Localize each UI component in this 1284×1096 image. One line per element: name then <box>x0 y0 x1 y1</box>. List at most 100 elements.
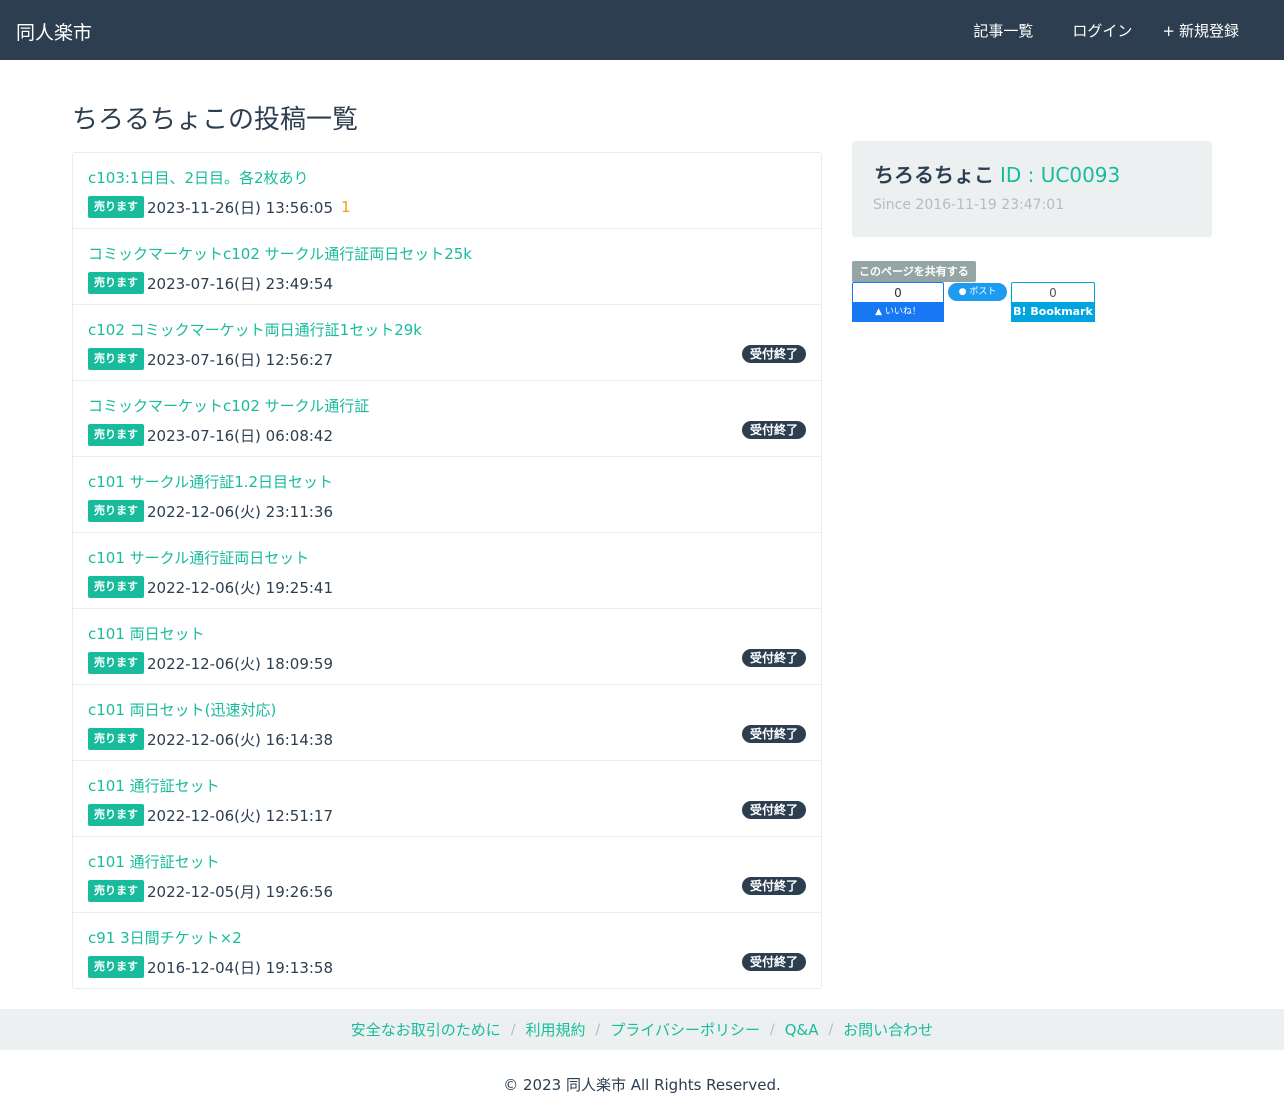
post-date: 2022-12-06(火) 23:11:36 <box>147 502 334 521</box>
post-date: 2022-12-06(火) 12:51:17 <box>147 806 334 825</box>
closed-status-badge: 受付終了 <box>741 801 806 819</box>
post-date: 2022-12-06(火) 18:09:59 <box>147 654 334 673</box>
brand-logo-link[interactable]: 同人楽市 <box>16 18 92 45</box>
since-text: Since 2016-11-19 23:47:01 <box>873 197 1065 213</box>
footer-links-bar: 安全なお取引のために / 利用規約 / プライバシーポリシー / Q&A / お問い合わせ <box>0 1009 1284 1050</box>
post-title-link[interactable]: c91 3日間チケット×2 <box>88 927 242 948</box>
post-title-link[interactable]: c101 両日セット(迅速対応) <box>88 699 276 720</box>
post-title-link[interactable]: c102 コミックマーケット両日通行証1セット29k <box>88 319 422 340</box>
post-meta: 売ります 2023-07-16(日) 23:49:54 <box>88 272 333 294</box>
sell-badge: 売ります <box>88 196 144 218</box>
comment-count: 1 <box>337 198 351 216</box>
footer-link[interactable]: プライバシーポリシー <box>610 1019 760 1040</box>
post-list: c103:1日目、2日目。各2枚あり売ります 2023-11-26(日) 13:5… <box>72 152 822 989</box>
copyright: © 2023 同人楽市 All Rights Reserved. <box>503 1076 781 1094</box>
facebook-like-button[interactable]: 0 ▲ いいね！ <box>852 282 944 322</box>
footer-link[interactable]: お問い合わせ <box>843 1019 933 1040</box>
post-title-link[interactable]: コミックマーケットc102 サークル通行証両日セット25k <box>88 243 472 264</box>
sell-badge: 売ります <box>88 804 144 826</box>
nav-register-link[interactable]: + 新規登録 <box>1162 20 1239 41</box>
sell-badge: 売ります <box>88 956 144 978</box>
post-list-item: c101 両日セット 売ります 2022-12-06(火) 18:09:59 受付終了 <box>73 609 821 685</box>
post-meta: 売ります 2022-12-06(火) 19:25:41 <box>88 576 333 598</box>
sell-badge: 売ります <box>88 348 144 370</box>
hatena-bookmark-count: 0 <box>1049 286 1057 300</box>
post-list-item: c101 両日セット(迅速対応) 売ります 2022-12-06(火) 16:14:… <box>73 685 821 761</box>
comment-count-value: 1 <box>341 198 351 216</box>
post-meta: 売ります 2022-12-06(火) 16:14:38 <box>88 728 333 750</box>
closed-status-badge: 受付終了 <box>741 877 806 895</box>
post-date: 2023-07-16(日) 23:49:54 <box>147 274 334 293</box>
post-list-item: c101 サークル通行証両日セット 売ります 2022-12-06(火) 19:25… <box>73 533 821 609</box>
nav-login-label: ログイン <box>1072 22 1133 40</box>
footer-link[interactable]: 安全なお取引のために <box>351 1019 501 1040</box>
post-date: 2022-12-06(火) 19:25:41 <box>147 578 334 597</box>
share-label: このページを共有する <box>852 261 976 282</box>
twitter-post-label: ポスト <box>969 287 997 297</box>
footer-separator: / <box>595 1021 601 1038</box>
nav-article-list-link[interactable]: 記事一覧 <box>964 20 1033 41</box>
sell-badge: 売ります <box>88 500 144 522</box>
post-list-item: コミックマーケットc102 サークル通行証両日セット25k 売ります 2023-07… <box>73 229 821 305</box>
footer-separator: / <box>510 1021 516 1038</box>
navbar: 同人楽市 記事一覧 ログイン + 新規登録 <box>0 0 1284 60</box>
closed-status-badge: 受付終了 <box>741 421 806 439</box>
post-date: 2023-07-16(日) 12:56:27 <box>147 350 334 369</box>
footer-link[interactable]: Q&A <box>785 1021 819 1039</box>
nav-article-list-label: 記事一覧 <box>973 22 1034 40</box>
profile-id: ID : UC0093 <box>1000 163 1121 187</box>
page-title: ちろるちょこの投稿一覧 <box>72 105 359 135</box>
post-date: 2022-12-05(月) 19:26:56 <box>147 882 334 901</box>
post-list-item: c101 通行証セット 売ります 2022-12-05(月) 19:26:56 受付終… <box>73 837 821 913</box>
facebook-like-text: いいね！ <box>884 307 921 317</box>
post-meta: 売ります 2023-11-26(日) 13:56:05 1 <box>88 196 351 218</box>
since-row: Since 2016-11-19 23:47:01 <box>872 197 1064 213</box>
twitter-bird-icon: ● <box>958 287 967 297</box>
sell-badge: 売ります <box>88 652 144 674</box>
sell-badge: 売ります <box>88 424 144 446</box>
facebook-like-label: ▲ いいね！ <box>852 302 944 322</box>
closed-status-badge: 受付終了 <box>741 725 806 743</box>
post-date: 2016-12-04(日) 19:13:58 <box>147 958 334 977</box>
post-list-item: c103:1日目、2日目。各2枚あり売ります 2023-11-26(日) 13:5… <box>73 153 821 229</box>
post-meta: 売ります 2016-12-04(日) 19:13:58 <box>88 956 333 978</box>
post-list-item: c101 通行証セット 売ります 2022-12-06(火) 12:51:17 受付終… <box>73 761 821 837</box>
profile-name: ちろるちょこ <box>874 163 994 187</box>
post-date: 2023-07-16(日) 06:08:42 <box>147 426 334 445</box>
post-meta: 売ります 2022-12-06(火) 18:09:59 <box>88 652 333 674</box>
footer-link[interactable]: 利用規約 <box>526 1019 586 1040</box>
post-title-link[interactable]: コミックマーケットc102 サークル通行証 <box>88 395 369 416</box>
post-title-link[interactable]: c101 通行証セット <box>88 851 220 872</box>
sell-badge: 売ります <box>88 728 144 750</box>
post-title-link[interactable]: c101 サークル通行証1.2日目セット <box>88 471 333 492</box>
post-meta: 売ります 2022-12-06(火) 23:11:36 <box>88 500 333 522</box>
post-title-link[interactable]: c101 通行証セット <box>88 775 220 796</box>
post-title-link[interactable]: c101 サークル通行証両日セット <box>88 547 309 568</box>
twitter-post-button[interactable]: ● ポスト <box>948 283 1007 301</box>
post-title-link[interactable]: c103:1日目、2日目。各2枚あり <box>88 167 309 188</box>
nav-login-link[interactable]: ログイン <box>1063 20 1132 41</box>
profile-name-row: ちろるちょこ ID : UC0093 <box>872 159 1120 188</box>
post-list-item: c91 3日間チケット×2 売ります 2016-12-04(日) 19:13:58 受… <box>73 913 821 988</box>
sell-badge: 売ります <box>88 880 144 902</box>
nav-register-label: 新規登録 <box>1178 22 1239 40</box>
post-list-item: コミックマーケットc102 サークル通行証 売ります 2023-07-16(日) 0… <box>73 381 821 457</box>
closed-status-badge: 受付終了 <box>741 345 806 363</box>
post-list-item: c102 コミックマーケット両日通行証1セット29k 売ります 2023-07-16… <box>73 305 821 381</box>
closed-status-badge: 受付終了 <box>741 953 806 971</box>
hatena-bookmark-button[interactable]: 0 B! Bookmark <box>1011 282 1095 322</box>
sell-badge: 売ります <box>88 576 144 598</box>
post-list-item: c101 サークル通行証1.2日目セット 売ります 2022-12-06(火) 23… <box>73 457 821 533</box>
closed-status-badge: 受付終了 <box>741 649 806 667</box>
profile-card: ちろるちょこ ID : UC0093 Since 2016-11-19 23:4… <box>852 141 1212 237</box>
nav-links: 記事一覧 ログイン + 新規登録 <box>934 20 1239 41</box>
footer-separator: / <box>769 1021 775 1038</box>
post-meta: 売ります 2023-07-16(日) 06:08:42 <box>88 424 333 446</box>
footer-separator: / <box>828 1021 834 1038</box>
post-date: 2022-12-06(火) 16:14:38 <box>147 730 334 749</box>
plus-icon: + <box>1162 21 1175 40</box>
post-meta: 売ります 2023-07-16(日) 12:56:27 <box>88 348 333 370</box>
post-title-link[interactable]: c101 両日セット <box>88 623 205 644</box>
thumbs-up-icon: ▲ <box>875 307 883 317</box>
post-meta: 売ります 2022-12-05(月) 19:26:56 <box>88 880 333 902</box>
